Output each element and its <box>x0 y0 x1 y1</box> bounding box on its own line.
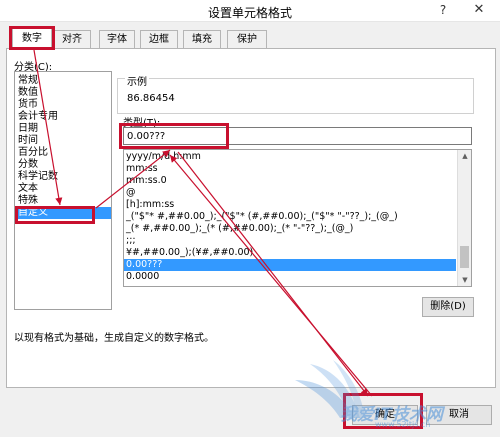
watermark: 我爱IT技术网 www.52itjs.cn <box>285 360 475 430</box>
watermark-url: www.52itjs.cn <box>375 420 431 429</box>
arrow-tab-to-category <box>33 49 63 206</box>
arrow-category-to-type <box>95 149 171 209</box>
